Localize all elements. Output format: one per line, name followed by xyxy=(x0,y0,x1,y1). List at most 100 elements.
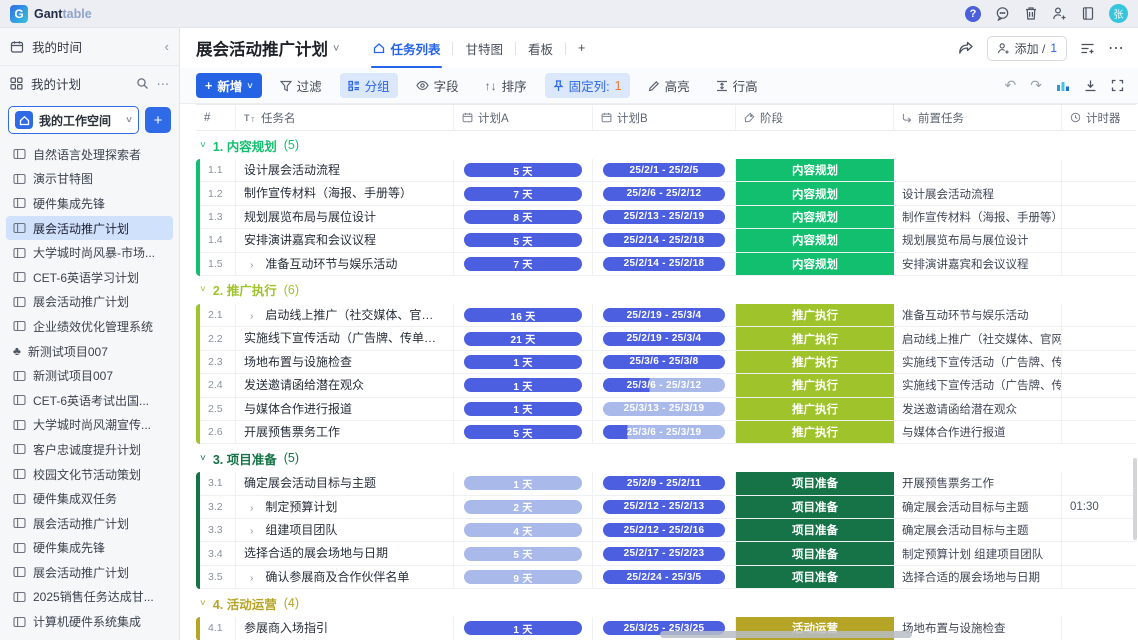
add-workspace-button[interactable]: + xyxy=(145,107,171,133)
column-header[interactable]: 计划B xyxy=(593,105,736,130)
column-header[interactable]: TT任务名 xyxy=(236,105,454,130)
phase-cell[interactable]: 项目准备 xyxy=(736,542,894,564)
filter-button[interactable]: 过滤 xyxy=(272,73,330,98)
plan-b-pill[interactable]: 25/3/13 - 25/3/19 xyxy=(603,402,725,416)
sidebar-project-item[interactable]: 演示甘特图 xyxy=(6,167,173,192)
sidebar-project-item[interactable]: 新测试项目007 xyxy=(6,363,173,388)
plan-b-cell[interactable]: 25/2/13 - 25/2/19 xyxy=(593,206,736,228)
table-row[interactable]: 1.5›准备互动环节与娱乐活动7 天25/2/14 - 25/2/18内容规划安… xyxy=(200,253,1136,276)
title-chevron-down-icon[interactable]: ˅ xyxy=(333,43,339,55)
plan-a-pill[interactable]: 7 天 xyxy=(464,257,582,271)
table-row[interactable]: 2.3场地布置与设施检查1 天25/3/6 - 25/3/8推广执行实施线下宣传… xyxy=(200,351,1136,374)
plan-b-cell[interactable]: 25/2/9 - 25/2/11 xyxy=(593,472,736,494)
timer-cell[interactable]: 01:30 xyxy=(1062,496,1136,518)
table-row[interactable]: 2.1›启动线上推广（社交媒体、官网等）16 天25/2/19 - 25/3/4… xyxy=(200,304,1136,327)
table-row[interactable]: 1.4安排演讲嘉宾和会议议程5 天25/2/14 - 25/2/18内容规划规划… xyxy=(200,229,1136,252)
plan-a-cell[interactable]: 5 天 xyxy=(454,542,593,564)
predecessor-cell[interactable]: 制作宣传材料（海报、手册等） xyxy=(894,206,1062,228)
phase-cell[interactable]: 项目准备 xyxy=(736,472,894,494)
phase-cell[interactable]: 内容规划 xyxy=(736,206,894,228)
group-header[interactable]: ˅4. 活动运营(4) xyxy=(196,589,1136,617)
expand-chevron-icon[interactable]: › xyxy=(250,503,253,514)
plan-b-pill[interactable]: 25/2/14 - 25/2/18 xyxy=(603,233,725,247)
plan-a-cell[interactable]: 1 天 xyxy=(454,617,593,639)
phase-cell[interactable]: 内容规划 xyxy=(736,182,894,204)
timer-cell[interactable] xyxy=(1062,566,1136,588)
sidebar-project-item[interactable]: 2025销售任务达成甘... xyxy=(6,585,173,610)
table-row[interactable]: 1.2制作宣传材料（海报、手册等）7 天25/2/6 - 25/2/12内容规划… xyxy=(200,182,1136,205)
highlight-button[interactable]: 高亮 xyxy=(640,73,698,98)
expand-chevron-icon[interactable]: › xyxy=(250,573,253,584)
plan-b-cell[interactable]: 25/2/17 - 25/2/23 xyxy=(593,542,736,564)
plan-b-pill[interactable]: 25/2/12 - 25/2/13 xyxy=(603,500,725,514)
phase-cell[interactable]: 内容规划 xyxy=(736,159,894,181)
sidebar-item-my-time[interactable]: 我的时间 ‹ xyxy=(0,28,179,66)
more-icon[interactable]: ⋯ xyxy=(157,76,170,91)
plan-a-pill[interactable]: 9 天 xyxy=(464,570,582,584)
plan-b-cell[interactable]: 25/2/19 - 25/3/4 xyxy=(593,327,736,349)
phase-cell[interactable]: 推广执行 xyxy=(736,398,894,420)
phase-cell[interactable]: 项目准备 xyxy=(736,566,894,588)
sidebar-project-item[interactable]: 计算机硬件系统集成 xyxy=(6,609,173,634)
fullscreen-icon[interactable] xyxy=(1111,79,1124,92)
task-name-cell[interactable]: ›启动线上推广（社交媒体、官网等） xyxy=(236,304,454,326)
plan-a-pill[interactable]: 1 天 xyxy=(464,402,582,416)
plan-b-pill[interactable]: 25/2/6 - 25/2/12 xyxy=(603,187,725,201)
sidebar-project-item[interactable]: 硬件集成先锋 xyxy=(6,536,173,561)
new-task-button[interactable]: +新增˅ xyxy=(196,73,262,98)
task-name-cell[interactable]: ›制定预算计划 xyxy=(236,496,454,518)
table-row[interactable]: 3.5›确认参展商及合作伙伴名单9 天25/2/24 - 25/3/5项目准备选… xyxy=(200,566,1136,589)
group-header[interactable]: ˅3. 项目准备(5) xyxy=(196,444,1136,472)
plan-a-pill[interactable]: 8 天 xyxy=(464,210,582,224)
plan-a-pill[interactable]: 21 天 xyxy=(464,332,582,346)
expand-chevron-icon[interactable]: › xyxy=(250,311,253,322)
group-header[interactable]: ˅1. 内容规划(5) xyxy=(196,131,1136,159)
plan-b-cell[interactable]: 25/3/6 - 25/3/12 xyxy=(593,374,736,396)
plan-b-pill[interactable]: 25/3/6 - 25/3/8 xyxy=(603,355,725,369)
task-name-cell[interactable]: 制作宣传材料（海报、手册等） xyxy=(236,182,454,204)
table-row[interactable]: 2.6开展预售票务工作5 天25/3/6 - 25/3/19推广执行与媒体合作进… xyxy=(200,421,1136,444)
share-icon[interactable] xyxy=(958,41,974,55)
avatar[interactable]: 张 xyxy=(1109,4,1128,23)
plan-a-pill[interactable]: 5 天 xyxy=(464,233,582,247)
column-header[interactable]: 计时器 xyxy=(1062,105,1136,130)
collapse-sidebar-icon[interactable]: ‹ xyxy=(165,39,169,54)
timer-cell[interactable] xyxy=(1062,182,1136,204)
table-row[interactable]: 1.1设计展会活动流程5 天25/2/1 - 25/2/5内容规划 xyxy=(200,159,1136,182)
plan-a-pill[interactable]: 5 天 xyxy=(464,163,582,177)
plan-b-cell[interactable]: 25/2/12 - 25/2/16 xyxy=(593,519,736,541)
tab-gantt[interactable]: 甘特图 xyxy=(453,28,515,68)
plan-b-cell[interactable]: 25/2/14 - 25/2/18 xyxy=(593,229,736,251)
plan-b-cell[interactable]: 25/2/1 - 25/2/5 xyxy=(593,159,736,181)
expand-chevron-icon[interactable]: › xyxy=(250,526,253,537)
column-header[interactable]: 前置任务 xyxy=(894,105,1062,130)
row-height-button[interactable]: 行高 xyxy=(708,73,766,98)
page-title[interactable]: 展会活动推广计划 xyxy=(196,36,328,60)
task-name-cell[interactable]: 设计展会活动流程 xyxy=(236,159,454,181)
pinned-columns-button[interactable]: 固定列: 1 xyxy=(545,73,630,98)
predecessor-cell[interactable]: 选择合适的展会场地与日期 xyxy=(894,566,1062,588)
plan-b-pill[interactable]: 25/2/14 - 25/2/18 xyxy=(603,257,725,271)
plan-a-cell[interactable]: 7 天 xyxy=(454,182,593,204)
plan-a-cell[interactable]: 16 天 xyxy=(454,304,593,326)
plan-b-cell[interactable]: 25/2/19 - 25/3/4 xyxy=(593,304,736,326)
sidebar-project-item[interactable]: 硬件集成先锋 xyxy=(6,191,173,216)
group-header[interactable]: ˅2. 推广执行(6) xyxy=(196,276,1136,304)
table-row[interactable]: 3.4选择合适的展会场地与日期5 天25/2/17 - 25/2/23项目准备制… xyxy=(200,542,1136,565)
timer-cell[interactable] xyxy=(1062,374,1136,396)
task-name-cell[interactable]: 规划展览布局与展位设计 xyxy=(236,206,454,228)
table-row[interactable]: 2.4发送邀请函给潜在观众1 天25/3/6 - 25/3/12推广执行实施线下… xyxy=(200,374,1136,397)
plan-b-cell[interactable]: 25/2/12 - 25/2/13 xyxy=(593,496,736,518)
task-name-cell[interactable]: 实施线下宣传活动（广告牌、传单等） xyxy=(236,327,454,349)
plan-a-pill[interactable]: 4 天 xyxy=(464,523,582,537)
plan-a-cell[interactable]: 9 天 xyxy=(454,566,593,588)
predecessor-cell[interactable]: 实施线下宣传活动（广告牌、传单等） xyxy=(894,351,1062,373)
sidebar-project-item[interactable]: 校园文化节活动策划 xyxy=(6,462,173,487)
plan-a-cell[interactable]: 5 天 xyxy=(454,229,593,251)
timer-cell[interactable] xyxy=(1062,421,1136,443)
plan-a-pill[interactable]: 1 天 xyxy=(464,476,582,490)
plan-a-pill[interactable]: 2 天 xyxy=(464,500,582,514)
predecessor-cell[interactable] xyxy=(894,159,1062,181)
phase-cell[interactable]: 推广执行 xyxy=(736,327,894,349)
sidebar-project-item[interactable]: 展会活动推广计划 xyxy=(6,560,173,585)
